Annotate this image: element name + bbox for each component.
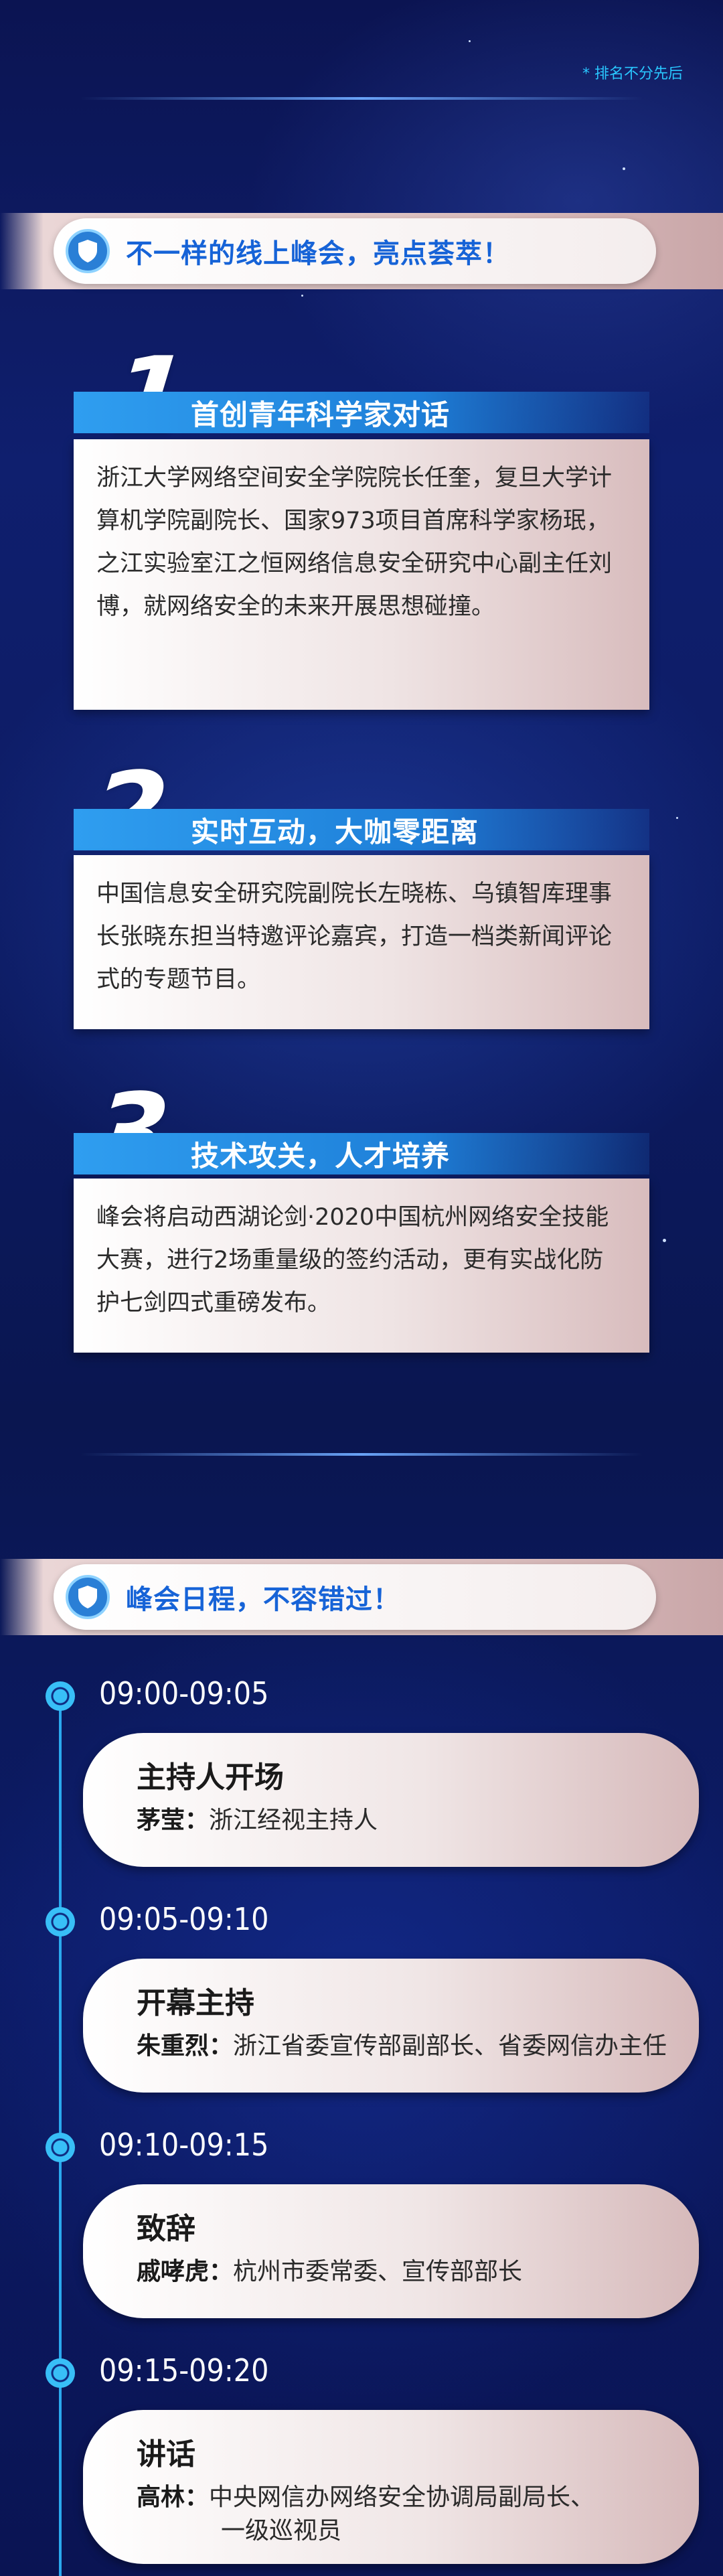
- highlight-title: 技术攻关，人才培养: [191, 1139, 451, 1172]
- speaker-name: 戚哮虎：: [137, 2258, 234, 2285]
- speaker-name: 茅莹：: [137, 1807, 210, 1834]
- speaker-role: 杭州市委常委、宣传部部长: [233, 2258, 523, 2285]
- schedule-time: 09:10-09:15: [99, 2127, 269, 2163]
- highlight-title-bar: 实时互动，大咖零距离: [74, 809, 649, 850]
- ranking-note: * 排名不分先后: [582, 66, 683, 82]
- timeline-dot: [46, 2358, 75, 2388]
- section-schedule-title: 峰会日程，不容错过！: [126, 1584, 400, 1615]
- schedule-title: 主持人开场: [137, 1760, 284, 1795]
- schedule-speaker: 高林：中央网信办网络安全协调局副局长、: [137, 2481, 699, 2514]
- schedule-speaker: 朱重烈：浙江省委宣传部副部长、省委网信办主任: [137, 2030, 699, 2063]
- schedule-time: 09:15-09:20: [99, 2352, 269, 2389]
- highlight-text: 中国信息安全研究院副院长左晓栋、乌镇智库理事长张晓东担当特邀评论嘉宾，打造一档类…: [96, 881, 613, 993]
- highlight-description: 峰会将启动西湖论剑·2020中国杭州网络安全技能大赛，进行2场重量级的签约活动，…: [74, 1179, 649, 1353]
- schedule-title: 致辞: [137, 2212, 195, 2246]
- star-decoration: [623, 167, 625, 170]
- section-highlights-header: 不一样的线上峰会，亮点荟萃！: [54, 218, 656, 284]
- schedule-title: 开幕主持: [137, 1986, 254, 2020]
- divider-line: [80, 1453, 643, 1456]
- highlight-text: 浙江大学网络空间安全学院院长任奎，复旦大学计算机学院副院长、国家973项目首席科…: [96, 465, 613, 620]
- schedule-speaker: 戚哮虎：杭州市委常委、宣传部部长: [137, 2255, 699, 2289]
- schedule-time: 09:00-09:05: [99, 1675, 269, 1712]
- speaker-role: 浙江省委宣传部副部长、省委网信办主任: [233, 2032, 667, 2060]
- highlight-description: 中国信息安全研究院副院长左晓栋、乌镇智库理事长张晓东担当特邀评论嘉宾，打造一档类…: [74, 855, 649, 1029]
- highlight-title-bar: 首创青年科学家对话: [74, 392, 649, 433]
- speaker-role: 中央网信办网络安全协调局副局长、: [209, 2484, 595, 2511]
- schedule-title: 讲话: [137, 2437, 195, 2472]
- section-highlights-title: 不一样的线上峰会，亮点荟萃！: [126, 238, 510, 269]
- schedule-card: 主持人开场 茅莹：浙江经视主持人: [83, 1733, 699, 1867]
- star-decoration: [663, 1239, 666, 1242]
- shield-icon: [66, 1575, 110, 1619]
- divider-line: [80, 97, 643, 100]
- highlight-title: 首创青年科学家对话: [191, 398, 451, 431]
- timeline-dot: [46, 1681, 75, 1711]
- speaker-name: 朱重烈：: [137, 2032, 234, 2060]
- highlight-description: 浙江大学网络空间安全学院院长任奎，复旦大学计算机学院副院长、国家973项目首席科…: [74, 439, 649, 710]
- speaker-role: 浙江经视主持人: [209, 1807, 378, 1834]
- star-decoration: [301, 295, 303, 297]
- section-schedule-header: 峰会日程，不容错过！: [54, 1564, 656, 1630]
- schedule-card: 致辞 戚哮虎：杭州市委常委、宣传部部长: [83, 2184, 699, 2318]
- schedule-time: 09:05-09:10: [99, 1901, 269, 1937]
- speaker-name: 高林：: [137, 2484, 210, 2511]
- timeline-dot: [46, 2133, 75, 2162]
- shield-icon: [66, 229, 110, 273]
- timeline-dot: [46, 1907, 75, 1937]
- star-decoration: [676, 817, 678, 819]
- schedule-card: 讲话 高林：中央网信办网络安全协调局副局长、 一级巡视员: [83, 2410, 699, 2564]
- page: * 排名不分先后 不一样的线上峰会，亮点荟萃！ 1 首创青年科学家对话 浙江大学…: [0, 0, 723, 2576]
- highlight-text: 峰会将启动西湖论剑·2020中国杭州网络安全技能大赛，进行2场重量级的签约活动，…: [96, 1204, 609, 1316]
- schedule-speaker: 茅莹：浙江经视主持人: [137, 1804, 699, 1837]
- highlight-title-bar: 技术攻关，人才培养: [74, 1133, 649, 1175]
- star-decoration: [469, 40, 471, 42]
- schedule-card: 开幕主持 朱重烈：浙江省委宣传部副部长、省委网信办主任: [83, 1959, 699, 2093]
- schedule-speaker-role-continued: 一级巡视员: [221, 2517, 342, 2545]
- highlight-title: 实时互动，大咖零距离: [191, 815, 479, 848]
